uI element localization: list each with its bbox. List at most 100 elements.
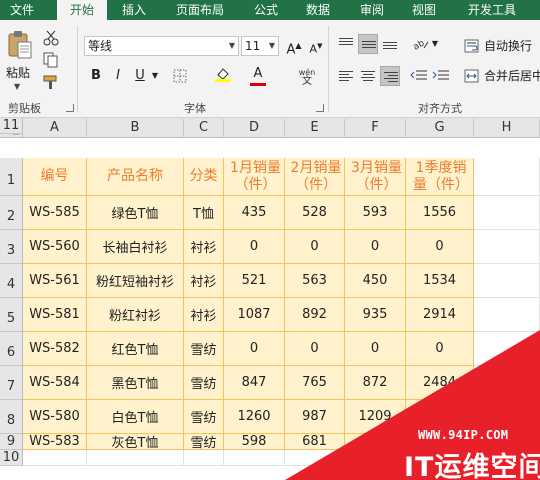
- table-cell[interactable]: 528: [285, 196, 345, 230]
- table-header-cell[interactable]: 2月销量（件）: [285, 158, 345, 196]
- table-cell[interactable]: 987: [285, 400, 345, 434]
- row-header-2[interactable]: 2: [0, 196, 23, 230]
- row-header-7[interactable]: 7: [0, 366, 23, 400]
- table-header-cell[interactable]: 3月销量（件）: [345, 158, 406, 196]
- cell[interactable]: [224, 450, 285, 466]
- cell[interactable]: [87, 118, 184, 119]
- table-cell[interactable]: 0: [345, 332, 406, 366]
- cell[interactable]: [87, 450, 184, 466]
- fill-color-icon[interactable]: [214, 66, 232, 82]
- chevron-down-icon[interactable]: ▼: [430, 34, 440, 54]
- table-cell[interactable]: 847: [224, 366, 285, 400]
- table-cell[interactable]: 粉红短袖衬衫: [87, 264, 184, 298]
- cell[interactable]: [285, 118, 345, 119]
- orientation-icon[interactable]: ab: [412, 36, 430, 52]
- tab-page-layout[interactable]: 页面布局: [168, 0, 232, 20]
- cell[interactable]: [474, 158, 540, 196]
- table-cell[interactable]: 681: [285, 434, 345, 450]
- cell[interactable]: [285, 450, 345, 466]
- tab-insert[interactable]: 插入: [112, 0, 156, 20]
- table-cell[interactable]: 衬衫: [184, 230, 224, 264]
- row-header-4[interactable]: 4: [0, 264, 23, 298]
- table-cell[interactable]: 0: [285, 230, 345, 264]
- column-header-e[interactable]: E: [285, 118, 345, 138]
- underline-button[interactable]: U: [130, 66, 150, 86]
- align-center-button[interactable]: [358, 66, 378, 86]
- table-cell[interactable]: 粉红衬衫: [87, 298, 184, 332]
- align-bottom-button[interactable]: [380, 34, 400, 54]
- cell[interactable]: [184, 118, 224, 119]
- table-header-cell[interactable]: 分类: [184, 158, 224, 196]
- align-right-button[interactable]: [380, 66, 400, 86]
- table-cell[interactable]: 450: [345, 264, 406, 298]
- decrease-font-size-button[interactable]: A▼: [306, 36, 326, 56]
- bold-button[interactable]: B: [86, 66, 106, 86]
- merge-center-button[interactable]: 合并后居中: [464, 66, 540, 86]
- table-cell[interactable]: 0: [345, 230, 406, 264]
- row-header-10[interactable]: 10: [0, 450, 23, 466]
- table-cell[interactable]: 1556: [406, 196, 474, 230]
- row-header-9[interactable]: 9: [0, 434, 23, 450]
- table-cell[interactable]: 绿色T恤: [87, 196, 184, 230]
- font-launcher-icon[interactable]: [316, 104, 324, 112]
- table-header-cell[interactable]: 编号: [23, 158, 87, 196]
- tab-view[interactable]: 视图: [402, 0, 446, 20]
- cell[interactable]: [474, 230, 540, 264]
- row-header-6[interactable]: 6: [0, 332, 23, 366]
- tab-review[interactable]: 审阅: [350, 0, 394, 20]
- align-top-button[interactable]: [336, 34, 356, 54]
- borders-icon[interactable]: [172, 68, 190, 84]
- table-header-cell[interactable]: 1季度销量（件）: [406, 158, 474, 196]
- row-header-1[interactable]: 1: [0, 158, 23, 196]
- clipboard-launcher-icon[interactable]: [66, 104, 74, 112]
- cell[interactable]: [474, 298, 540, 332]
- table-cell[interactable]: 623: [345, 434, 406, 450]
- table-cell[interactable]: WS-561: [23, 264, 87, 298]
- row-header-8[interactable]: 8: [0, 400, 23, 434]
- table-cell[interactable]: 衬衫: [184, 298, 224, 332]
- cell[interactable]: [474, 264, 540, 298]
- decrease-indent-icon[interactable]: [410, 68, 428, 84]
- align-left-button[interactable]: [336, 66, 356, 86]
- wrap-text-button[interactable]: 自动换行: [464, 36, 532, 56]
- font-name-select[interactable]: 等线 ▼: [84, 36, 239, 56]
- row-header-3[interactable]: 3: [0, 230, 23, 264]
- tab-data[interactable]: 数据: [296, 0, 340, 20]
- phonetic-guide-button[interactable]: wén 文: [294, 68, 320, 87]
- column-header-a[interactable]: A: [23, 118, 87, 138]
- column-header-f[interactable]: F: [345, 118, 406, 138]
- table-cell[interactable]: WS-583: [23, 434, 87, 450]
- table-cell[interactable]: 衬衫: [184, 264, 224, 298]
- table-cell[interactable]: WS-560: [23, 230, 87, 264]
- table-cell[interactable]: 593: [345, 196, 406, 230]
- table-cell[interactable]: 0: [285, 332, 345, 366]
- table-cell[interactable]: 0: [406, 332, 474, 366]
- tab-home[interactable]: 开始: [57, 0, 107, 20]
- table-cell[interactable]: 红色T恤: [87, 332, 184, 366]
- table-cell[interactable]: 雪纺: [184, 400, 224, 434]
- table-cell[interactable]: 521: [224, 264, 285, 298]
- column-header-b[interactable]: B: [87, 118, 184, 138]
- table-cell[interactable]: 2914: [406, 298, 474, 332]
- column-header-d[interactable]: D: [224, 118, 285, 138]
- table-cell[interactable]: 563: [285, 264, 345, 298]
- column-header-g[interactable]: G: [406, 118, 474, 138]
- table-cell[interactable]: 白色T恤: [87, 400, 184, 434]
- table-cell[interactable]: T恤: [184, 196, 224, 230]
- cell[interactable]: [345, 450, 406, 466]
- table-cell[interactable]: 雪纺: [184, 332, 224, 366]
- tab-formulas[interactable]: 公式: [244, 0, 288, 20]
- table-cell[interactable]: 雪纺: [184, 366, 224, 400]
- table-cell[interactable]: WS-585: [23, 196, 87, 230]
- table-cell[interactable]: 892: [285, 298, 345, 332]
- cell[interactable]: [345, 118, 406, 119]
- table-header-cell[interactable]: 产品名称: [87, 158, 184, 196]
- font-color-button[interactable]: A: [248, 64, 268, 84]
- increase-indent-icon[interactable]: [432, 68, 450, 84]
- table-cell[interactable]: 0: [224, 332, 285, 366]
- cell[interactable]: [23, 118, 87, 119]
- column-header-c[interactable]: C: [184, 118, 224, 138]
- table-cell[interactable]: 1087: [224, 298, 285, 332]
- cut-icon[interactable]: [42, 30, 60, 46]
- table-cell[interactable]: WS-581: [23, 298, 87, 332]
